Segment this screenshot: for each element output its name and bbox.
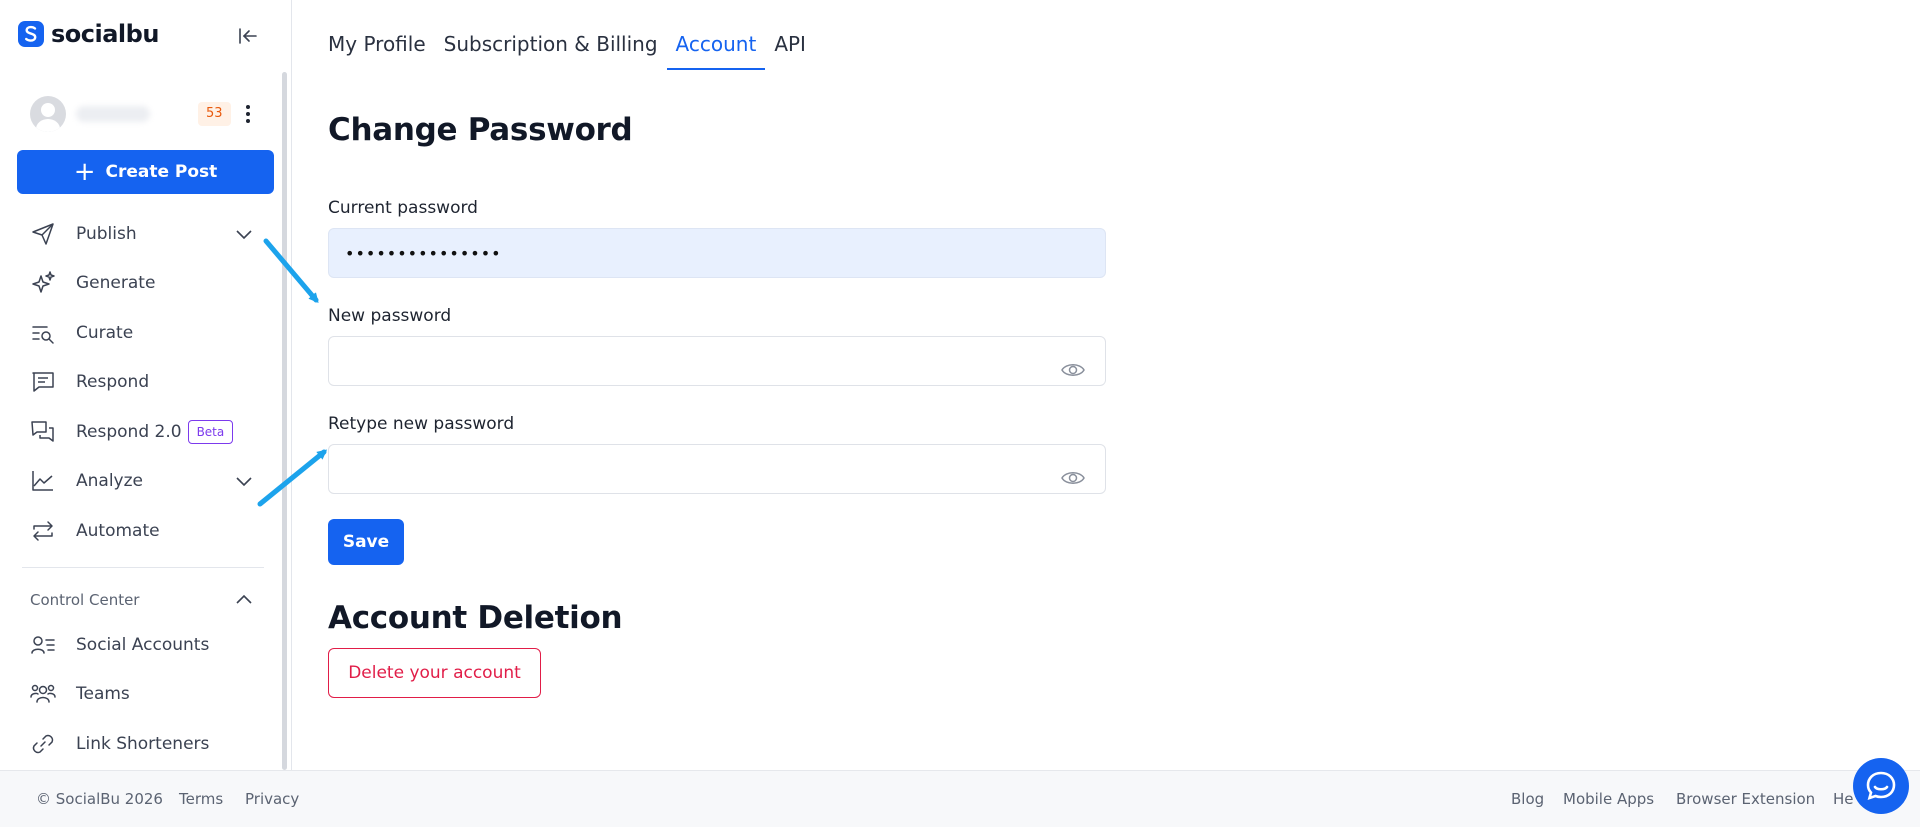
user-row[interactable]: 53 <box>30 96 266 132</box>
link-icon <box>32 734 54 754</box>
retype-password-label: Retype new password <box>328 414 515 434</box>
footer-link-browser-extension[interactable]: Browser Extension <box>1676 790 1815 808</box>
retype-password-field[interactable] <box>328 444 1106 494</box>
show-password-eye-icon[interactable] <box>1060 468 1086 488</box>
footer-link-privacy[interactable]: Privacy <box>245 790 299 808</box>
sidebar-item-label: Teams <box>76 684 130 704</box>
messages-icon <box>31 421 54 442</box>
list-search-icon <box>32 326 54 344</box>
sidebar-item-label: Automate <box>76 521 160 541</box>
users-icon <box>30 684 56 703</box>
sparkles-icon <box>32 271 55 293</box>
sidebar-item-analyze[interactable]: Analyze <box>30 461 266 501</box>
tab-my-profile[interactable]: My Profile <box>328 28 426 70</box>
change-password-heading: Change Password <box>328 112 633 148</box>
sidebar-item-teams[interactable]: Teams <box>30 674 266 714</box>
chat-support-button[interactable] <box>1853 758 1909 814</box>
line-chart-icon <box>32 471 53 491</box>
control-center-label: Control Center <box>30 591 140 609</box>
new-password-label: New password <box>328 306 452 326</box>
current-password-label: Current password <box>328 198 478 218</box>
beta-badge: Beta <box>187 420 234 444</box>
create-post-button[interactable]: + Create Post <box>17 150 274 194</box>
show-password-eye-icon[interactable] <box>1060 360 1086 380</box>
create-post-label: Create Post <box>105 162 218 182</box>
tab-api[interactable]: API <box>774 28 806 70</box>
footer-link-help[interactable]: He <box>1833 790 1854 808</box>
send-icon <box>32 223 54 245</box>
sidebar-divider <box>22 567 264 568</box>
brand-name: socialbu <box>51 20 159 48</box>
sidebar-item-label: Analyze <box>76 471 143 491</box>
chevron-up-icon[interactable] <box>234 590 254 610</box>
footer-link-mobile-apps[interactable]: Mobile Apps <box>1563 790 1654 808</box>
sidebar-item-curate[interactable]: Curate <box>30 313 266 353</box>
tab-subscription-billing[interactable]: Subscription & Billing <box>444 28 658 70</box>
sidebar-item-label: Curate <box>76 323 134 343</box>
sidebar-item-label: Link Shorteners <box>76 734 210 754</box>
sidebar-scrollbar[interactable] <box>282 72 287 770</box>
sidebar-item-social-accounts[interactable]: Social Accounts <box>30 625 266 665</box>
sidebar: socialbu 53 + Create Post Publish Genera… <box>0 0 292 770</box>
more-options-icon[interactable] <box>238 102 258 126</box>
sidebar-item-respond[interactable]: Respond <box>30 362 266 402</box>
user-name-redacted <box>76 106 150 122</box>
sidebar-item-label: Publish <box>76 224 137 244</box>
account-tabs: My Profile Subscription & Billing Accoun… <box>328 28 824 70</box>
footer-link-terms[interactable]: Terms <box>179 790 223 808</box>
delete-account-button[interactable]: Delete your account <box>328 648 541 698</box>
account-deletion-heading: Account Deletion <box>328 600 623 636</box>
new-password-field[interactable] <box>328 336 1106 386</box>
avatar[interactable] <box>30 96 66 132</box>
sidebar-item-label: Generate <box>76 273 156 293</box>
logo[interactable]: socialbu <box>17 20 159 48</box>
sidebar-item-respond-2[interactable]: Respond 2.0 Beta <box>30 412 266 452</box>
plus-icon: + <box>73 157 96 187</box>
repeat-icon <box>33 521 53 541</box>
sidebar-item-link-shorteners[interactable]: Link Shorteners <box>30 724 266 764</box>
sidebar-item-publish[interactable]: Publish <box>30 214 266 254</box>
user-list-icon <box>31 636 55 654</box>
control-center-header[interactable]: Control Center <box>30 588 266 612</box>
chat-icon <box>1866 771 1896 801</box>
chevron-down-icon[interactable] <box>234 224 254 244</box>
tab-account[interactable]: Account <box>666 28 766 70</box>
footer: © SocialBu 2026 Terms Privacy Blog Mobil… <box>0 770 1920 827</box>
copyright: © SocialBu 2026 <box>36 790 163 808</box>
notification-count-badge[interactable]: 53 <box>198 102 231 126</box>
socialbu-logo-icon <box>18 21 44 47</box>
message-square-icon <box>32 372 54 392</box>
sidebar-item-label: Social Accounts <box>76 635 210 655</box>
chevron-down-icon[interactable] <box>234 471 254 491</box>
sidebar-item-generate[interactable]: Generate <box>30 263 266 303</box>
sidebar-item-label: Respond <box>76 372 150 392</box>
current-password-field[interactable]: ••••••••••••••• <box>328 228 1106 278</box>
footer-link-blog[interactable]: Blog <box>1511 790 1544 808</box>
collapse-sidebar-icon[interactable] <box>236 24 260 48</box>
sidebar-item-label: Respond 2.0 <box>76 422 182 442</box>
sidebar-item-automate[interactable]: Automate <box>30 511 266 551</box>
save-button[interactable]: Save <box>328 519 404 565</box>
